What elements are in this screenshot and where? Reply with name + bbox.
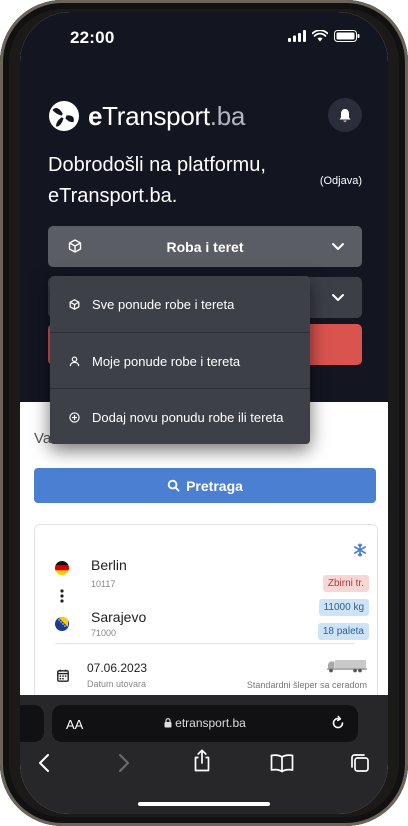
browser-nav-bar [20, 749, 388, 779]
loading-date: 07.06.2023 [87, 661, 148, 675]
card-divider [55, 643, 355, 644]
origin-city: Berlin [91, 557, 127, 573]
tabs-icon[interactable] [350, 753, 370, 773]
propeller-logo-icon [49, 101, 79, 131]
home-indicator[interactable] [138, 802, 270, 806]
category-select[interactable]: Roba i teret [48, 226, 362, 267]
section-label: Va [34, 430, 52, 447]
signal-icon [288, 30, 306, 42]
previous-tab-stub[interactable] [20, 705, 44, 742]
screen: 22:00 eTransport.ba Dobrodošli na platfo… [20, 12, 388, 814]
search-button-label: Pretraga [186, 477, 243, 494]
chevron-down-icon [332, 243, 344, 250]
welcome-text: Dobrodošli na platformu, eTransport.ba. [48, 154, 266, 207]
chevron-down-icon [332, 294, 344, 301]
germany-flag-icon [55, 561, 69, 575]
status-icons [288, 30, 360, 42]
menu-item-my-offers[interactable]: Moje ponude robe i tereta [50, 333, 310, 389]
forward-icon[interactable] [118, 753, 130, 773]
bosnia-flag-icon [55, 617, 69, 631]
back-icon[interactable] [38, 753, 50, 773]
brand-name: eTransport.ba [88, 100, 246, 131]
wifi-icon [312, 30, 328, 42]
truck-icon [327, 660, 367, 673]
url-text: etransport.ba [175, 716, 246, 730]
box-icon [68, 239, 82, 253]
destination-city: Sarajevo [91, 609, 147, 625]
url-display: etransport.ba [52, 716, 358, 730]
logout-link[interactable]: (Odjava) [320, 175, 362, 187]
destination-zip: 71000 [91, 628, 117, 638]
lock-icon [164, 718, 172, 728]
plus-circle-icon [68, 411, 80, 423]
search-icon [167, 479, 180, 492]
route-dots-icon [60, 589, 64, 603]
user-icon [69, 356, 79, 366]
status-time: 22:00 [70, 28, 115, 47]
menu-item-label: Sve ponude robe i tereta [92, 296, 235, 312]
badge-pallets: 18 paleta [317, 623, 369, 640]
phone-frame: 22:00 eTransport.ba Dobrodošli na platfo… [0, 0, 408, 826]
menu-item-add-offer[interactable]: Dodaj novu ponudu robe ili tereta [50, 389, 310, 445]
address-bar[interactable]: AA etransport.ba [52, 705, 358, 742]
bell-icon [339, 108, 351, 122]
badge-groupage: Zbirni tr. [322, 575, 369, 592]
search-button[interactable]: Pretraga [34, 468, 376, 503]
menu-item-label: Moje ponude robe i tereta [92, 353, 241, 369]
reload-icon[interactable] [330, 715, 346, 731]
menu-item-all-offers[interactable]: Sve ponude robe i tereta [50, 276, 310, 332]
battery-icon [334, 30, 360, 42]
snowflake-icon [354, 543, 366, 557]
calendar-icon [57, 669, 69, 682]
menu-item-label: Dodaj novu ponudu robe ili tereta [92, 409, 284, 425]
origin-zip: 10117 [91, 579, 116, 589]
browser-toolbar: AA etransport.ba [20, 695, 388, 814]
loading-date-label: Datum utovara [87, 679, 147, 689]
brand-logo[interactable]: eTransport.ba [48, 100, 245, 132]
category-select-label: Roba i teret [166, 238, 244, 255]
bookmarks-icon[interactable] [270, 753, 294, 773]
status-bar: 22:00 [20, 26, 388, 50]
share-icon[interactable] [192, 749, 212, 773]
dropdown-menu: Sve ponude robe i tereta Moje ponude rob… [50, 276, 310, 444]
truck-type: Standardni šleper sa ceradom [246, 680, 367, 690]
box-icon [69, 298, 79, 310]
badge-weight: 11000 kg [318, 599, 369, 616]
notifications-button[interactable] [328, 98, 362, 132]
